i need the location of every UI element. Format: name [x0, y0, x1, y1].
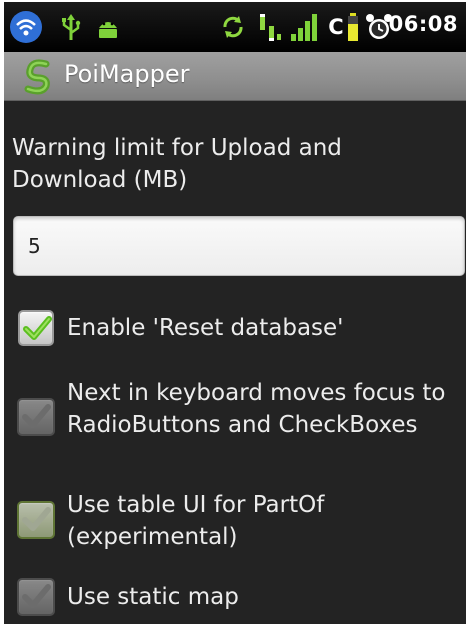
clock: 06:08 — [388, 12, 458, 36]
wifi-icon — [8, 10, 44, 44]
app-title: PoiMapper — [64, 60, 190, 88]
status-bar: C 06:08 — [4, 2, 466, 52]
keyboard-focus-label: Next in keyboard moves focus to RadioBut… — [67, 380, 446, 438]
table-ui-checkbox[interactable] — [17, 501, 55, 539]
app-title-bar: PoiMapper — [4, 52, 466, 101]
phone-screen: C 06:08 PoiMapper Warning limit for Uplo… — [4, 2, 466, 624]
reset-database-checkbox[interactable] — [18, 310, 54, 346]
checkmark-icon — [22, 584, 51, 608]
warning-limit-input[interactable] — [13, 216, 465, 276]
static-map-label: Use static map — [67, 584, 239, 610]
network-data-icon — [256, 10, 284, 44]
poimapper-logo-icon — [18, 56, 58, 96]
checkmark-icon — [23, 316, 52, 340]
keyboard-focus-checkbox[interactable] — [17, 398, 55, 436]
checkbox-row-static-map[interactable]: Use static map — [4, 575, 466, 621]
table-ui-label: Use table UI for PartOf (experimental) — [67, 492, 325, 550]
reset-database-label: Enable 'Reset database' — [67, 315, 344, 341]
checkbox-row-keyboard-focus[interactable]: Next in keyboard moves focus to RadioBut… — [4, 373, 466, 473]
static-map-checkbox[interactable] — [17, 578, 55, 616]
android-debug-icon — [94, 10, 122, 44]
battery-icon — [346, 10, 360, 44]
settings-content: Warning limit for Upload and Download (M… — [4, 101, 466, 624]
carrier-indicator: C — [328, 15, 344, 39]
checkmark-icon — [22, 404, 51, 428]
warning-limit-label: Warning limit for Upload and Download (M… — [12, 135, 342, 193]
signal-icon — [288, 10, 322, 44]
usb-icon — [58, 10, 84, 44]
checkbox-row-table-ui[interactable]: Use table UI for PartOf (experimental) — [4, 487, 466, 553]
sync-icon — [218, 10, 248, 44]
checkmark-icon — [22, 507, 51, 531]
checkbox-row-reset-database[interactable]: Enable 'Reset database' — [4, 307, 466, 351]
